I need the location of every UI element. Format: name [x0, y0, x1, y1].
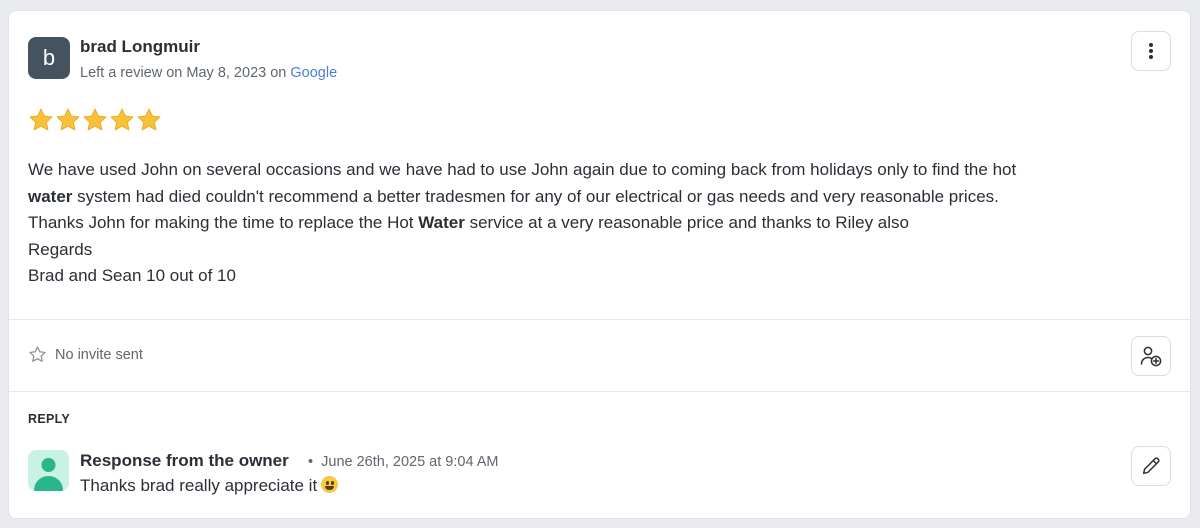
highlighted-keyword: Water [418, 213, 465, 232]
star-filled-icon [56, 108, 80, 131]
review-text-segment: We have used John on several occasions a… [28, 160, 1017, 179]
review-meta: Left a review on May 8, 2023 on Google [80, 65, 337, 81]
owner-avatar [28, 450, 69, 491]
reply-heading: REPLY [28, 412, 71, 426]
more-vertical-icon [1149, 43, 1153, 59]
user-plus-icon [1140, 346, 1162, 367]
reviewer-avatar: b [28, 37, 70, 79]
reply-text-value: Thanks brad really appreciate it [80, 476, 318, 495]
review-card: b brad Longmuir Left a review on May 8, … [8, 10, 1191, 519]
invite-status: No invite sent [28, 345, 143, 364]
reviewer-name: brad Longmuir [80, 37, 200, 56]
invite-status-label: No invite sent [55, 346, 143, 363]
review-line: We have used John on several occasions a… [28, 157, 1158, 184]
reply-date-value: June 26th, 2025 at 9:04 AM [321, 454, 499, 470]
review-line: water system had died couldn't recommend… [28, 184, 1158, 211]
pencil-icon [1142, 457, 1160, 475]
review-meta-prefix: Left a review on May 8, 2023 on [80, 65, 291, 81]
reply-text: Thanks brad really appreciate it [80, 476, 339, 496]
grinning-face-emoji [321, 476, 339, 493]
review-line: Thanks John for making the time to repla… [28, 210, 1158, 237]
divider [9, 391, 1190, 392]
highlighted-keyword: water [28, 186, 73, 206]
star-filled-icon [110, 108, 134, 131]
review-line: Regards [28, 237, 1158, 264]
review-source-link[interactable]: Google [290, 65, 337, 81]
reply-author: Response from the owner [80, 451, 289, 470]
star-filled-icon [29, 108, 53, 131]
review-text-segment: Brad and Sean 10 out of 10 [28, 266, 236, 285]
star-rating [28, 107, 162, 133]
invite-user-button[interactable] [1131, 336, 1171, 376]
divider [9, 319, 1190, 320]
star-filled-icon [137, 108, 161, 131]
review-line: Brad and Sean 10 out of 10 [28, 263, 1158, 290]
user-icon [34, 458, 63, 491]
review-body: We have used John on several occasions a… [28, 157, 1158, 290]
star-outline-icon [29, 346, 46, 362]
edit-reply-button[interactable] [1131, 446, 1171, 486]
review-text-segment: system had died couldn't recommend a bet… [72, 186, 999, 206]
review-text-segment: Thanks John for making the time to repla… [28, 213, 419, 232]
reply-date: • June 26th, 2025 at 9:04 AM [308, 454, 499, 470]
review-text-segment: service at a very reasonable price and t… [464, 213, 909, 232]
review-text-segment: Regards [28, 239, 93, 259]
more-options-button[interactable] [1131, 31, 1171, 71]
star-filled-icon [83, 108, 107, 131]
